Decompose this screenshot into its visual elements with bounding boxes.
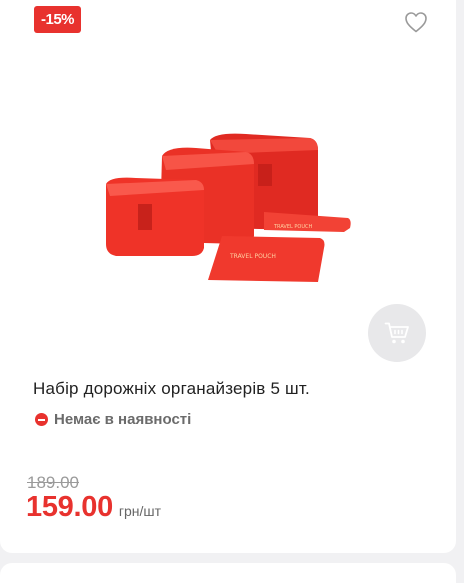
product-title[interactable]: Набір дорожніх органайзерів 5 шт.	[33, 379, 310, 399]
cart-icon	[384, 322, 409, 344]
availability-label: Немає в наявності	[54, 411, 192, 428]
discount-badge: -15%	[34, 6, 82, 33]
price-row: 159.00 грн/шт	[26, 491, 161, 524]
current-price: 159.00	[26, 491, 113, 523]
availability-status: Немає в наявності	[35, 411, 191, 428]
add-to-cart-button[interactable]	[368, 304, 426, 362]
pouch-label-small: TRAVEL POUCH	[273, 224, 312, 230]
heart-icon[interactable]	[404, 11, 428, 33]
product-card[interactable]: -15% TRAVEL POUCH TRAVEL POUCH Набір дор…	[0, 0, 456, 553]
price-unit: грн/шт	[118, 503, 162, 519]
product-image[interactable]: TRAVEL POUCH TRAVEL POUCH	[96, 124, 360, 284]
minus-circle-icon	[35, 413, 48, 426]
pouch-label-large: TRAVEL POUCH	[229, 253, 276, 260]
next-product-card	[0, 563, 456, 583]
old-price: 189.00	[27, 473, 79, 492]
